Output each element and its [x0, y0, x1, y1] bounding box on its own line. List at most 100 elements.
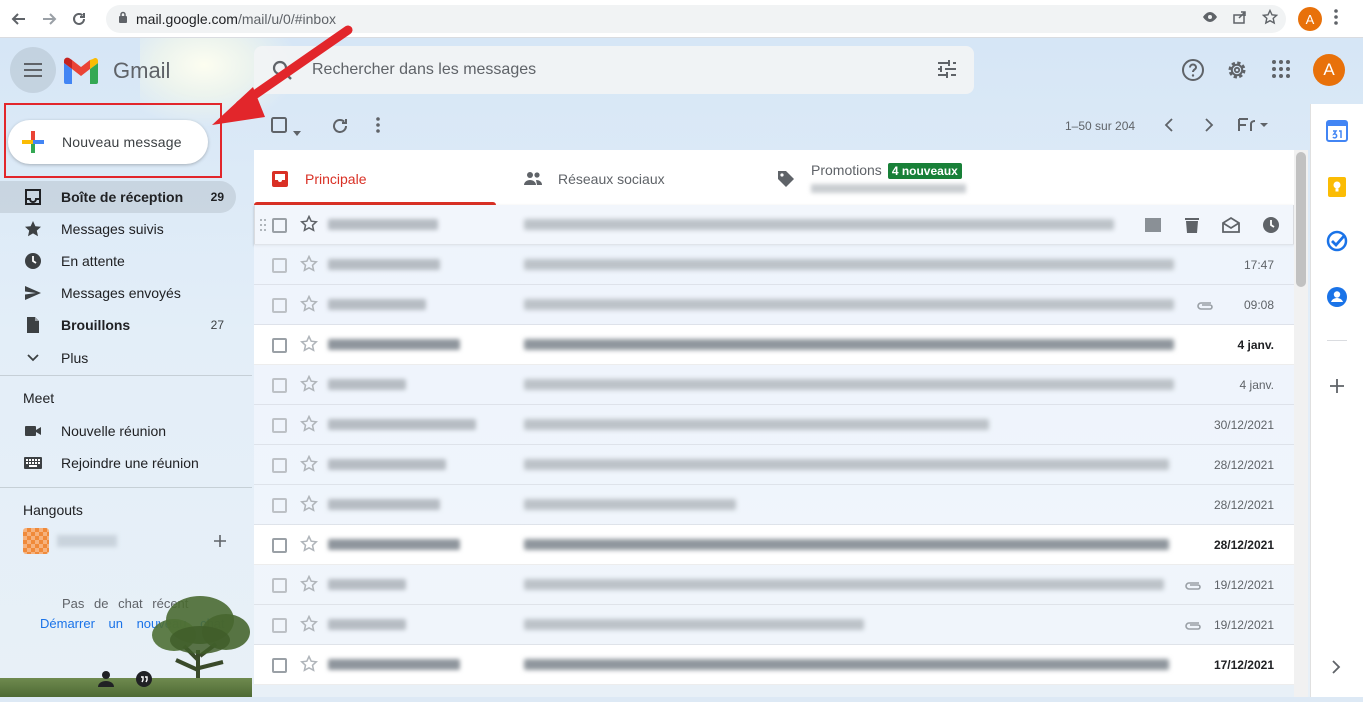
star-toggle-icon[interactable]: [299, 614, 319, 638]
email-checkbox[interactable]: [272, 378, 287, 393]
back-arrow-icon[interactable]: [8, 8, 30, 30]
email-row[interactable]: 19/12/2021: [254, 565, 1294, 605]
email-row[interactable]: 17/12/2021: [254, 645, 1294, 685]
nav-label: Boîte de réception: [61, 189, 184, 205]
bookmark-star-icon[interactable]: [1261, 8, 1279, 30]
hangouts-contacts-icon[interactable]: [97, 670, 115, 693]
email-checkbox[interactable]: [272, 418, 287, 433]
email-checkbox[interactable]: [272, 578, 287, 593]
email-row[interactable]: 09:08: [254, 285, 1294, 325]
star-toggle-icon[interactable]: [299, 334, 319, 358]
email-checkbox[interactable]: [272, 538, 287, 553]
refresh-icon[interactable]: [331, 117, 349, 140]
compose-button[interactable]: Nouveau message: [8, 120, 208, 164]
hangouts-add-icon[interactable]: [213, 534, 227, 553]
mail-scrollbar[interactable]: [1294, 150, 1308, 697]
nav-item-drafts[interactable]: Brouillons 27: [0, 309, 236, 341]
email-checkbox[interactable]: [272, 618, 287, 633]
email-row[interactable]: 19/12/2021: [254, 605, 1294, 645]
browser-menu-icon[interactable]: [1334, 9, 1338, 30]
account-avatar[interactable]: A: [1313, 54, 1345, 86]
archive-icon[interactable]: [1144, 216, 1162, 239]
hangouts-chat-icon[interactable]: [134, 670, 154, 695]
email-checkbox[interactable]: [272, 658, 287, 673]
select-menu-caret-icon[interactable]: [293, 123, 301, 141]
chevron-down-icon: [24, 349, 42, 370]
email-row[interactable]: 4 janv.: [254, 325, 1294, 365]
snooze-clock-icon[interactable]: [1262, 216, 1280, 239]
star-toggle-icon[interactable]: [299, 574, 319, 598]
email-row[interactable]: [254, 205, 1294, 245]
email-checkbox[interactable]: [272, 258, 287, 273]
star-toggle-icon[interactable]: [299, 374, 319, 398]
newer-chevron-right-icon[interactable]: [1204, 117, 1214, 138]
email-row[interactable]: 30/12/2021: [254, 405, 1294, 445]
email-checkbox[interactable]: [272, 338, 287, 353]
email-checkbox[interactable]: [272, 498, 287, 513]
subject-snippet-blurred: [524, 299, 1174, 310]
keep-icon[interactable]: [1326, 176, 1348, 203]
settings-gear-icon[interactable]: [1225, 58, 1249, 87]
help-icon[interactable]: [1181, 58, 1205, 87]
contacts-icon[interactable]: [1326, 286, 1348, 313]
drag-handle-icon[interactable]: [260, 218, 266, 236]
tab-social[interactable]: Réseaux sociaux: [496, 150, 756, 205]
email-row[interactable]: 28/12/2021: [254, 525, 1294, 565]
gmail-logo-icon[interactable]: [62, 56, 100, 89]
star-toggle-icon[interactable]: [299, 494, 319, 518]
star-toggle-icon[interactable]: [299, 654, 319, 678]
email-checkbox[interactable]: [272, 298, 287, 313]
star-toggle-icon[interactable]: [299, 214, 319, 238]
hangouts-user[interactable]: [23, 528, 117, 554]
email-row[interactable]: 17:47: [254, 245, 1294, 285]
star-toggle-icon[interactable]: [299, 254, 319, 278]
delete-trash-icon[interactable]: [1184, 216, 1200, 239]
promotions-senders-blurred: [811, 184, 966, 193]
meet-join-meeting[interactable]: Rejoindre une réunion: [0, 447, 236, 479]
nav-item-more[interactable]: Plus: [0, 342, 236, 374]
share-icon[interactable]: [1232, 9, 1248, 30]
sender-blurred: [328, 539, 460, 550]
sender-blurred: [328, 459, 446, 470]
star-toggle-icon[interactable]: [299, 294, 319, 318]
search-bar[interactable]: [254, 46, 974, 94]
email-date: 28/12/2021: [1213, 498, 1274, 512]
address-bar[interactable]: mail.google.com/mail/u/0/#inbox: [106, 5, 1286, 33]
tab-principale[interactable]: Principale: [254, 150, 496, 205]
star-toggle-icon[interactable]: [299, 454, 319, 478]
nav-item-starred[interactable]: Messages suivis: [0, 213, 236, 245]
email-checkbox[interactable]: [272, 458, 287, 473]
input-tools-icon[interactable]: [1238, 117, 1268, 138]
email-row[interactable]: 4 janv.: [254, 365, 1294, 405]
forward-arrow-icon[interactable]: [38, 8, 60, 30]
search-options-icon[interactable]: [936, 58, 958, 85]
add-addon-plus-icon[interactable]: [1329, 378, 1345, 399]
expand-panel-chevron-icon[interactable]: [1331, 660, 1341, 679]
tab-promotions[interactable]: Promotions 4 nouveaux: [756, 150, 1056, 205]
nav-item-snoozed[interactable]: En attente: [0, 245, 236, 277]
calendar-icon[interactable]: [1326, 120, 1348, 147]
tasks-icon[interactable]: [1326, 230, 1348, 257]
search-icon[interactable]: [270, 58, 294, 87]
star-toggle-icon[interactable]: [299, 534, 319, 558]
scrollbar-thumb[interactable]: [1296, 152, 1306, 287]
email-row[interactable]: 28/12/2021: [254, 485, 1294, 525]
older-chevron-left-icon[interactable]: [1164, 117, 1174, 138]
nav-item-inbox[interactable]: Boîte de réception 29: [0, 181, 236, 213]
meet-new-meeting[interactable]: Nouvelle réunion: [0, 415, 236, 447]
email-row[interactable]: 28/12/2021: [254, 445, 1294, 485]
email-date: 28/12/2021: [1213, 538, 1274, 552]
star-toggle-icon[interactable]: [299, 414, 319, 438]
reload-icon[interactable]: [68, 8, 90, 30]
email-checkbox[interactable]: [272, 218, 287, 233]
select-all-checkbox[interactable]: [271, 117, 287, 138]
email-date: 30/12/2021: [1213, 418, 1274, 432]
nav-item-sent[interactable]: Messages envoyés: [0, 277, 236, 309]
apps-grid-icon[interactable]: [1270, 58, 1292, 85]
mark-read-icon[interactable]: [1222, 216, 1240, 239]
search-input[interactable]: [310, 60, 870, 80]
main-menu-button[interactable]: [10, 47, 56, 93]
extension-eye-icon[interactable]: [1202, 9, 1218, 30]
browser-profile-avatar[interactable]: A: [1298, 7, 1322, 31]
more-actions-icon[interactable]: [376, 117, 380, 138]
